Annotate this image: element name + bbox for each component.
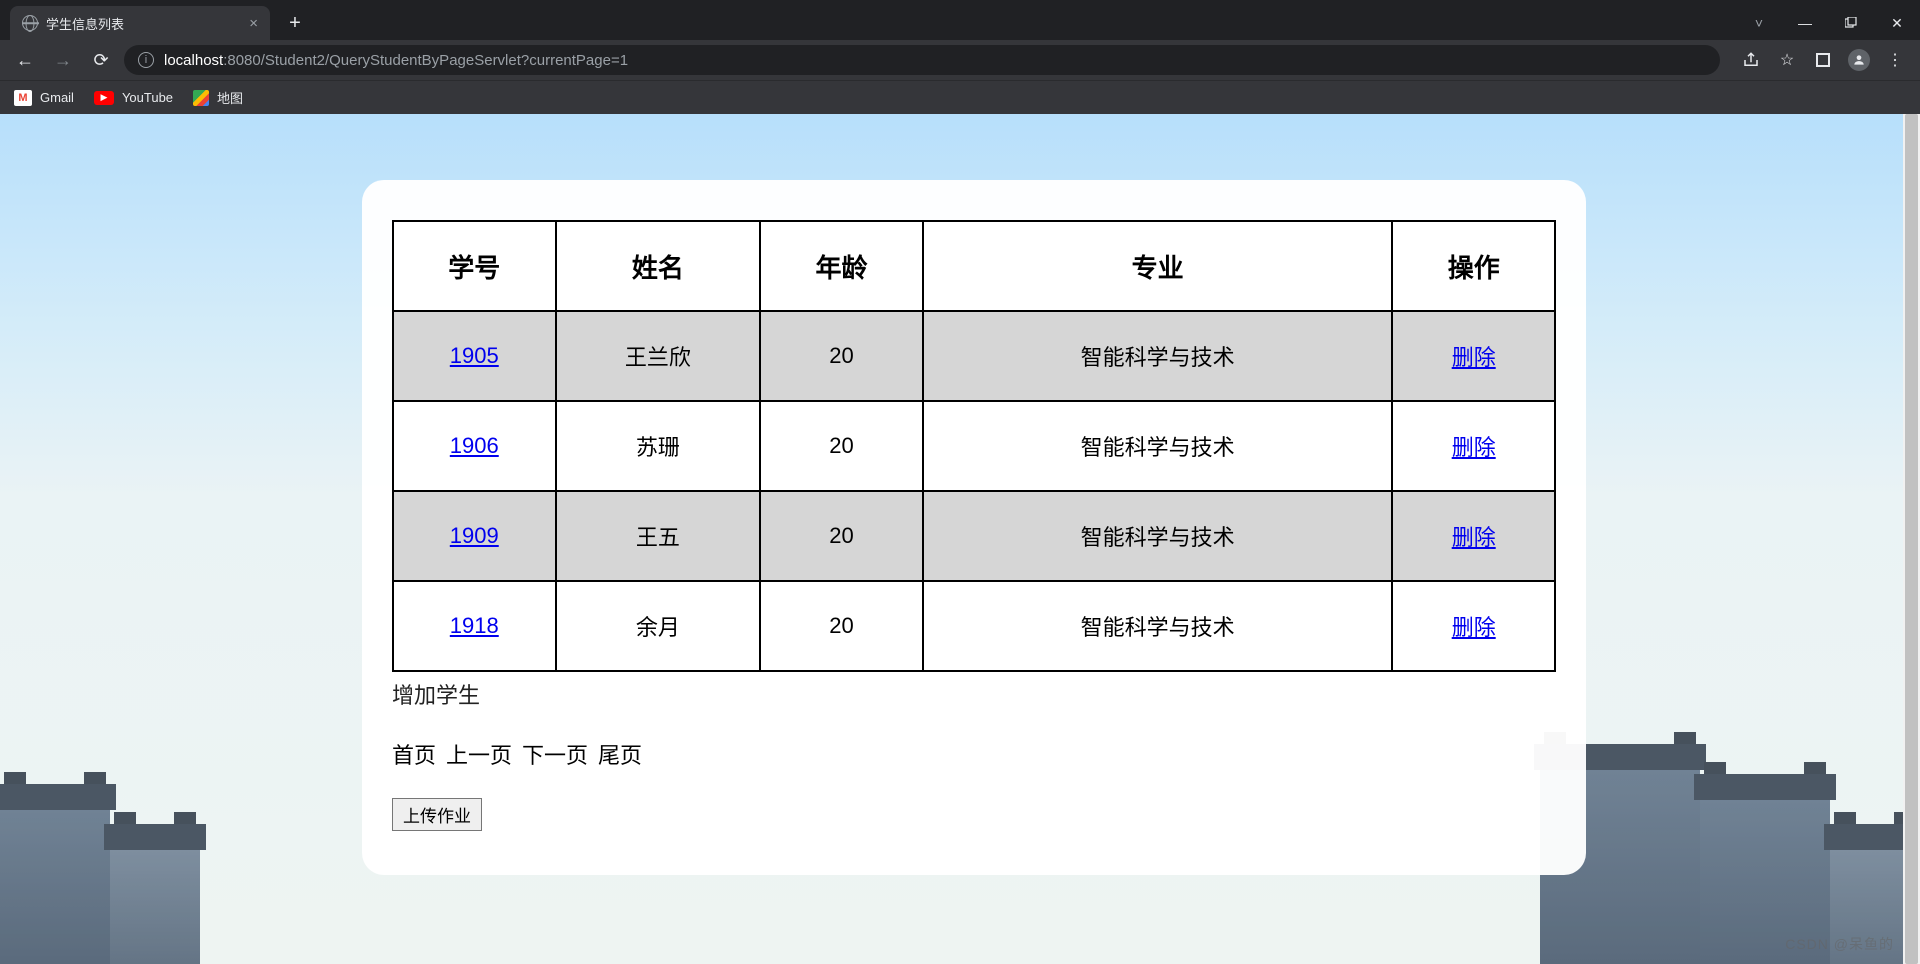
col-id: 学号 [393,221,556,311]
profile-icon[interactable] [1844,45,1874,75]
student-major: 智能科学与技术 [923,401,1393,491]
upload-button[interactable]: 上传作业 [392,798,482,831]
back-button[interactable]: ← [10,45,40,75]
minimize-button[interactable]: — [1782,6,1828,40]
table-row: 1905 王兰欣 20 智能科学与技术 删除 [393,311,1555,401]
bookmark-maps[interactable]: 地图 [193,88,243,107]
browser-tab[interactable]: 学生信息列表 × [10,6,270,40]
bookmarks-bar: M Gmail ▶ YouTube 地图 [0,80,1920,114]
bookmark-youtube[interactable]: ▶ YouTube [94,90,173,105]
bookmark-label: Gmail [40,90,74,105]
content-card: 学号 姓名 年龄 专业 操作 1905 王兰欣 20 智能科学与技术 删除 19… [362,180,1586,875]
pager-last[interactable]: 尾页 [598,738,642,770]
menu-icon[interactable]: ⋮ [1880,45,1910,75]
tab-bar: 学生信息列表 × + ˅ — ✕ [0,0,1920,40]
browser-chrome: 学生信息列表 × + ˅ — ✕ ← → ⟳ i localhost:8080/… [0,0,1920,114]
delete-link[interactable]: 删除 [1452,525,1496,550]
toolbar-right: ☆ ⋮ [1736,45,1910,75]
add-student-link[interactable]: 增加学生 [392,678,1586,710]
delete-link[interactable]: 删除 [1452,345,1496,370]
maps-icon [193,90,209,106]
nav-bar: ← → ⟳ i localhost:8080/Student2/QueryStu… [0,40,1920,80]
site-info-icon[interactable]: i [138,52,154,68]
bookmark-label: 地图 [217,88,243,107]
pager-first[interactable]: 首页 [392,738,436,770]
student-name: 余月 [556,581,761,671]
share-icon[interactable] [1736,45,1766,75]
maximize-button[interactable] [1828,6,1874,40]
address-bar[interactable]: i localhost:8080/Student2/QueryStudentBy… [124,45,1720,75]
student-name: 王五 [556,491,761,581]
student-age: 20 [760,491,923,581]
table-row: 1906 苏珊 20 智能科学与技术 删除 [393,401,1555,491]
col-action: 操作 [1392,221,1555,311]
student-major: 智能科学与技术 [923,491,1393,581]
youtube-icon: ▶ [94,91,114,105]
url-text: localhost:8080/Student2/QueryStudentByPa… [164,52,628,69]
student-age: 20 [760,581,923,671]
gmail-icon: M [14,90,32,106]
student-id-link[interactable]: 1905 [450,343,499,368]
col-name: 姓名 [556,221,761,311]
pager-prev[interactable]: 上一页 [446,738,512,770]
student-major: 智能科学与技术 [923,311,1393,401]
student-name: 苏珊 [556,401,761,491]
col-major: 专业 [923,221,1393,311]
student-age: 20 [760,311,923,401]
close-window-button[interactable]: ✕ [1874,6,1920,40]
student-id-link[interactable]: 1906 [450,433,499,458]
pager-next[interactable]: 下一页 [522,738,588,770]
tabs-dropdown-icon[interactable]: ˅ [1736,6,1782,40]
student-id-link[interactable]: 1909 [450,523,499,548]
close-tab-icon[interactable]: × [249,15,258,32]
table-header-row: 学号 姓名 年龄 专业 操作 [393,221,1555,311]
student-major: 智能科学与技术 [923,581,1393,671]
student-id-link[interactable]: 1918 [450,613,499,638]
bookmark-star-icon[interactable]: ☆ [1772,45,1802,75]
page-viewport: 学号 姓名 年龄 专业 操作 1905 王兰欣 20 智能科学与技术 删除 19… [0,114,1920,964]
table-row: 1918 余月 20 智能科学与技术 删除 [393,581,1555,671]
tab-title: 学生信息列表 [46,14,124,33]
scrollbar[interactable] [1903,114,1920,964]
extensions-icon[interactable] [1808,45,1838,75]
forward-button[interactable]: → [48,45,78,75]
url-host: localhost [164,52,223,69]
new-tab-button[interactable]: + [280,8,310,38]
col-age: 年龄 [760,221,923,311]
globe-icon [22,15,38,31]
reload-button[interactable]: ⟳ [86,45,116,75]
student-table: 学号 姓名 年龄 专业 操作 1905 王兰欣 20 智能科学与技术 删除 19… [392,220,1556,672]
url-path: :8080/Student2/QueryStudentByPageServlet… [223,52,628,69]
watermark: CSDN @呆鱼的 [1785,934,1894,954]
delete-link[interactable]: 删除 [1452,615,1496,640]
scrollbar-thumb[interactable] [1905,114,1918,964]
pager: 首页 上一页 下一页 尾页 [392,738,1586,770]
bookmark-label: YouTube [122,90,173,105]
delete-link[interactable]: 删除 [1452,435,1496,460]
window-controls: ˅ — ✕ [1736,6,1920,40]
bookmark-gmail[interactable]: M Gmail [14,90,74,106]
table-row: 1909 王五 20 智能科学与技术 删除 [393,491,1555,581]
student-name: 王兰欣 [556,311,761,401]
student-age: 20 [760,401,923,491]
